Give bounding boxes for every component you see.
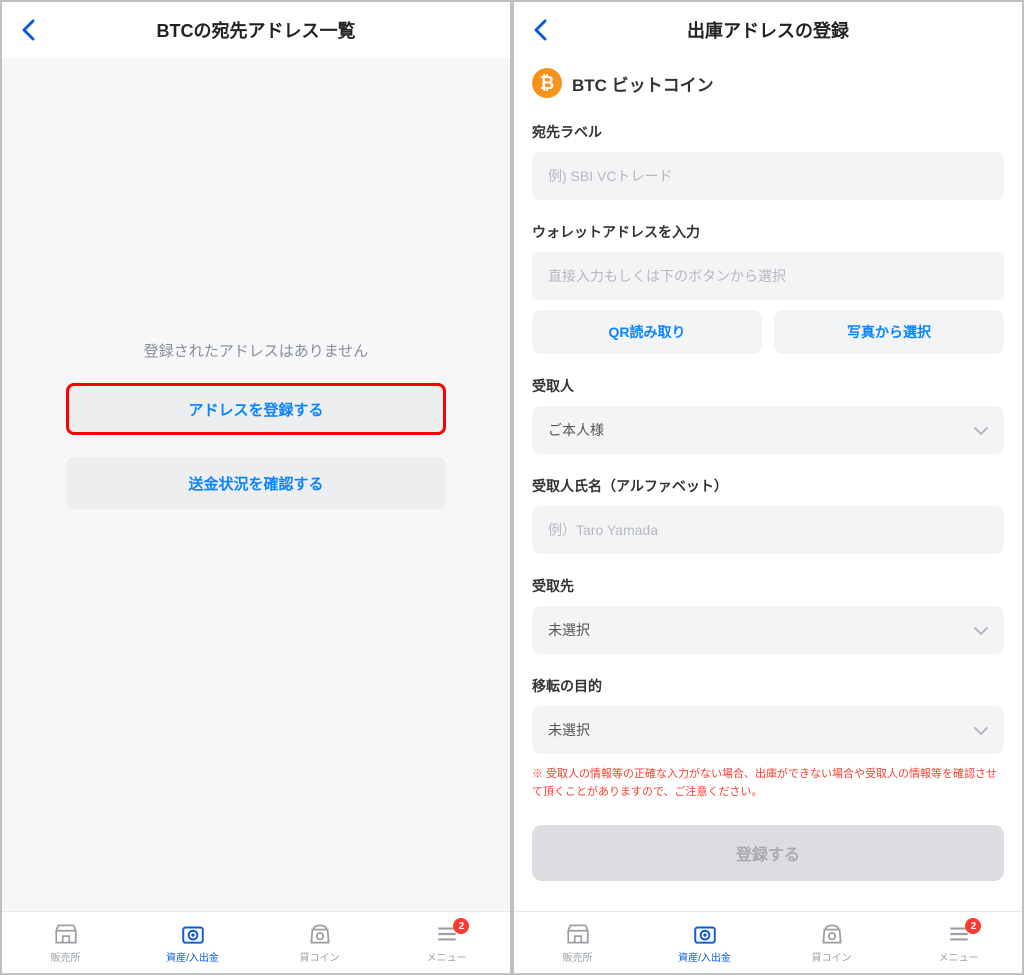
destination-value: 未選択 xyxy=(548,620,590,640)
coin-name: BTC ビットコイン xyxy=(572,71,714,96)
chevron-down-icon xyxy=(974,422,988,438)
tab-lending[interactable]: 貸コイン xyxy=(768,912,895,973)
recipient-select[interactable]: ご本人様 xyxy=(532,406,1004,454)
purpose-field-label: 移転の目的 xyxy=(532,676,1004,696)
qr-btn-label: QR読み取り xyxy=(609,322,686,342)
recipient-value: ご本人様 xyxy=(548,420,604,440)
chevron-down-icon xyxy=(974,722,988,738)
qr-scan-button[interactable]: QR読み取り xyxy=(532,310,762,354)
empty-state-text: 登録されたアドレスはありません xyxy=(144,340,369,361)
tab-exchange[interactable]: 販売所 xyxy=(2,912,129,973)
submit-label: 登録する xyxy=(736,841,800,865)
tab-exchange[interactable]: 販売所 xyxy=(514,912,641,973)
photo-btn-label: 写真から選択 xyxy=(847,322,931,342)
right-content: ₿ BTC ビットコイン 宛先ラベル 例) SBI VCトレード ウォレットアド… xyxy=(514,58,1022,911)
header-left: BTCの宛先アドレス一覧 xyxy=(2,2,510,58)
tab-lending[interactable]: 貸コイン xyxy=(256,912,383,973)
check-status-label: 送金状況を確認する xyxy=(188,473,323,494)
destination-field-label: 受取先 xyxy=(532,576,1004,596)
tab-label: 販売所 xyxy=(563,949,593,964)
recipient-field-label: 受取人 xyxy=(532,376,1004,396)
purpose-select[interactable]: 未選択 xyxy=(532,706,1004,754)
tab-label: 販売所 xyxy=(51,949,81,964)
label-placeholder: 例) SBI VCトレード xyxy=(548,166,672,186)
warning-text: ※ 受取人の情報等の正確な入力がない場合、出庫ができない場合や受取人の情報等を確… xyxy=(532,766,1004,801)
chevron-down-icon xyxy=(974,622,988,638)
assets-icon xyxy=(692,921,718,947)
back-button[interactable] xyxy=(16,18,40,42)
destination-select[interactable]: 未選択 xyxy=(532,606,1004,654)
lending-icon xyxy=(307,921,333,947)
phone-right: 出庫アドレスの登録 ₿ BTC ビットコイン 宛先ラベル 例) SBI VCトレ… xyxy=(514,2,1022,973)
label-input[interactable]: 例) SBI VCトレード xyxy=(532,152,1004,200)
recipient-name-input[interactable]: 例）Taro Yamada xyxy=(532,506,1004,554)
left-content: 登録されたアドレスはありません アドレスを登録する 送金状況を確認する xyxy=(2,58,510,911)
page-title: BTCの宛先アドレス一覧 xyxy=(157,17,356,43)
header-right: 出庫アドレスの登録 xyxy=(514,2,1022,58)
wallet-placeholder: 直接入力もしくは下のボタンから選択 xyxy=(548,266,786,286)
tab-assets[interactable]: 資産/入出金 xyxy=(641,912,768,973)
lending-icon xyxy=(819,921,845,947)
tab-menu[interactable]: メニュー 2 xyxy=(895,912,1022,973)
tab-label: メニュー xyxy=(427,949,467,964)
tab-label: 資産/入出金 xyxy=(166,949,219,964)
wallet-input[interactable]: 直接入力もしくは下のボタンから選択 xyxy=(532,252,1004,300)
wallet-field-label: ウォレットアドレスを入力 xyxy=(532,222,1004,242)
tabbar: 販売所 資産/入出金 貸コイン メニュー 2 xyxy=(2,911,510,973)
recipient-name-field-label: 受取人氏名（アルファベット） xyxy=(532,476,1004,496)
store-icon xyxy=(53,921,79,947)
back-icon xyxy=(21,19,35,41)
page-title: 出庫アドレスの登録 xyxy=(687,17,849,43)
tab-label: 貸コイン xyxy=(812,949,852,964)
phone-left: BTCの宛先アドレス一覧 登録されたアドレスはありません アドレスを登録する 送… xyxy=(2,2,510,973)
register-address-label: アドレスを登録する xyxy=(188,399,323,420)
submit-button[interactable]: 登録する xyxy=(532,825,1004,881)
tab-label: 資産/入出金 xyxy=(678,949,731,964)
tabbar: 販売所 資産/入出金 貸コイン メニュー 2 xyxy=(514,911,1022,973)
assets-icon xyxy=(180,921,206,947)
btc-icon: ₿ xyxy=(532,68,562,98)
purpose-value: 未選択 xyxy=(548,720,590,740)
notification-badge: 2 xyxy=(453,918,469,934)
store-icon xyxy=(565,921,591,947)
back-button[interactable] xyxy=(528,18,552,42)
label-field-label: 宛先ラベル xyxy=(532,122,1004,142)
check-status-button[interactable]: 送金状況を確認する xyxy=(66,457,446,509)
coin-header: ₿ BTC ビットコイン xyxy=(532,68,1004,98)
register-address-button[interactable]: アドレスを登録する xyxy=(66,383,446,435)
tab-label: メニュー xyxy=(939,949,979,964)
back-icon xyxy=(533,19,547,41)
tab-label: 貸コイン xyxy=(300,949,340,964)
notification-badge: 2 xyxy=(965,918,981,934)
photo-select-button[interactable]: 写真から選択 xyxy=(774,310,1004,354)
recipient-name-placeholder: 例）Taro Yamada xyxy=(548,520,658,540)
tab-menu[interactable]: メニュー 2 xyxy=(383,912,510,973)
tab-assets[interactable]: 資産/入出金 xyxy=(129,912,256,973)
